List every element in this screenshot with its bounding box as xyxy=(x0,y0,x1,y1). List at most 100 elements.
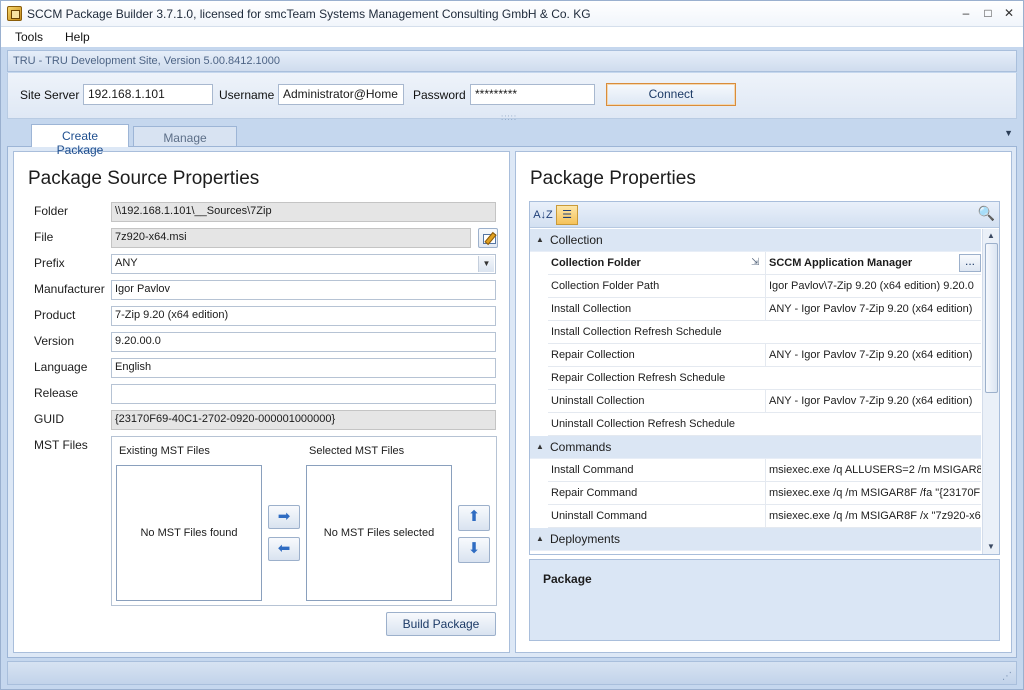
move-down-arrow-icon[interactable]: ⬇ xyxy=(458,537,490,563)
property-name: Install Collection xyxy=(551,303,632,315)
tab-manage-package[interactable]: Manage Package xyxy=(133,126,237,159)
collapse-icon[interactable]: ▲ xyxy=(536,528,544,550)
minimize-button[interactable]: – xyxy=(957,5,975,21)
property-name: Collection Folder xyxy=(551,257,641,269)
remove-mst-arrow-left-icon[interactable]: ⬅ xyxy=(268,537,300,561)
package-source-title: Package Source Properties xyxy=(28,168,260,189)
password-label: Password xyxy=(413,88,466,102)
tab-menu-chevron-icon[interactable]: ▼ xyxy=(1004,128,1013,138)
folder-label: Folder xyxy=(34,204,69,218)
username-input[interactable]: Administrator@Home xyxy=(278,84,404,105)
property-row[interactable]: Repair Command msiexec.exe /q /m MSIGAR8… xyxy=(548,482,981,505)
file-label: File xyxy=(34,230,54,244)
splitter-grip[interactable]: ::::: xyxy=(501,114,521,122)
move-up-arrow-icon[interactable]: ⬆ xyxy=(458,505,490,531)
property-grid-rows: ▲ Collection Collection Folder ⇲ SCCM Ap… xyxy=(530,229,981,554)
property-row[interactable]: Install Collection Refresh Schedule xyxy=(548,321,981,344)
description-title: Package xyxy=(543,572,592,586)
category-label: Collection xyxy=(550,233,603,247)
version-label: Version xyxy=(34,334,75,348)
manufacturer-label: Manufacturer xyxy=(34,282,105,296)
property-grid-scrollbar[interactable]: ▲ ▼ xyxy=(982,229,999,554)
property-name: Uninstall Command xyxy=(551,510,647,522)
category-commands[interactable]: ▲ Commands xyxy=(530,436,981,459)
selected-mst-list[interactable]: No MST Files selected xyxy=(306,465,452,601)
manufacturer-field[interactable]: Igor Pavlov xyxy=(111,280,496,300)
property-name: Repair Command xyxy=(551,487,638,499)
language-field[interactable]: English xyxy=(111,358,496,378)
sort-alphabetical-icon[interactable]: A↓Z xyxy=(532,205,554,225)
scroll-up-icon[interactable]: ▲ xyxy=(983,229,999,243)
property-value: msiexec.exe /q ALLUSERS=2 /m MSIGAR8 xyxy=(765,459,981,481)
category-label: Deployments xyxy=(550,532,621,546)
property-row[interactable]: Install Collection ANY - Igor Pavlov 7-Z… xyxy=(548,298,981,321)
app-window: SCCM Package Builder 3.7.1.0, licensed f… xyxy=(0,0,1024,690)
category-deployments[interactable]: ▲ Deployments xyxy=(530,528,981,551)
username-label: Username xyxy=(219,88,275,102)
collapse-icon[interactable]: ▲ xyxy=(536,436,544,458)
menu-bar: Tools Help xyxy=(1,27,1023,47)
existing-mst-empty: No MST Files found xyxy=(140,527,238,539)
create-package-content: Package Source Properties Folder \\192.1… xyxy=(7,146,1017,658)
release-label: Release xyxy=(34,386,79,400)
package-properties-title: Package Properties xyxy=(530,168,696,189)
connect-button[interactable]: Connect xyxy=(606,83,736,106)
property-name: Repair Collection xyxy=(551,349,635,361)
site-info-text: TRU - TRU Development Site, Version 5.00… xyxy=(13,55,280,67)
menu-tools[interactable]: Tools xyxy=(15,30,43,44)
property-name: Repair Collection Refresh Schedule xyxy=(551,372,726,384)
scroll-thumb[interactable] xyxy=(985,243,998,393)
version-field[interactable]: 9.20.00.0 xyxy=(111,332,496,352)
property-row[interactable]: Install Command msiexec.exe /q ALLUSERS=… xyxy=(548,459,981,482)
title-bar[interactable]: SCCM Package Builder 3.7.1.0, licensed f… xyxy=(1,1,1023,27)
prefix-select[interactable]: ANY ▼ xyxy=(111,254,496,274)
property-row[interactable]: Repair Collection Refresh Schedule xyxy=(548,367,981,390)
folder-field: \\192.168.1.101\__Sources\7Zip xyxy=(111,202,496,222)
prefix-label: Prefix xyxy=(34,256,65,270)
guid-label: GUID xyxy=(34,412,64,426)
search-icon[interactable]: 🔍 xyxy=(978,205,995,222)
mst-files-group: Existing MST Files Selected MST Files No… xyxy=(111,436,497,606)
property-row[interactable]: Uninstall Collection Refresh Schedule xyxy=(548,413,981,436)
password-input[interactable]: ********* xyxy=(470,84,595,105)
tab-strip: Create Package Manage Package ▼ xyxy=(7,121,1017,159)
property-value: Igor Pavlov\7-Zip 9.20 (x64 edition) 9.2… xyxy=(765,275,981,297)
categorized-view-icon[interactable]: ☰ xyxy=(556,205,578,225)
product-field[interactable]: 7-Zip 9.20 (x64 edition) xyxy=(111,306,496,326)
guid-field: {23170F69-40C1-2702-0920-000001000000} xyxy=(111,410,496,430)
menu-help[interactable]: Help xyxy=(65,30,90,44)
ellipsis-button[interactable]: ... xyxy=(959,254,981,272)
property-value: ANY - Igor Pavlov 7-Zip 9.20 (x64 editio… xyxy=(765,298,981,320)
status-bar: ⋰ xyxy=(7,661,1017,685)
property-name: Install Command xyxy=(551,464,634,476)
property-row[interactable]: Collection Folder Path Igor Pavlov\7-Zip… xyxy=(548,275,981,298)
tab-create-package[interactable]: Create Package xyxy=(31,124,129,157)
property-row[interactable]: Uninstall Command msiexec.exe /q /m MSIG… xyxy=(548,505,981,528)
property-row[interactable]: Uninstall Collection ANY - Igor Pavlov 7… xyxy=(548,390,981,413)
release-field[interactable] xyxy=(111,384,496,404)
property-value: msiexec.exe /q /m MSIGAR8F /x "7z920-x6 xyxy=(765,505,981,527)
package-properties-panel: Package Properties A↓Z ☰ 🔍 ▲ Collection … xyxy=(515,151,1012,653)
property-row[interactable]: Collection Folder ⇲ SCCM Application Man… xyxy=(548,252,981,275)
mst-files-label: MST Files xyxy=(34,438,88,452)
property-grid: A↓Z ☰ 🔍 ▲ Collection Collection Folder ⇲… xyxy=(529,201,1000,555)
build-package-button[interactable]: Build Package xyxy=(386,612,496,636)
collapse-icon[interactable]: ▲ xyxy=(536,229,544,251)
reset-property-icon[interactable]: ⇲ xyxy=(751,252,759,274)
category-collection[interactable]: ▲ Collection xyxy=(530,229,981,252)
selected-mst-empty: No MST Files selected xyxy=(323,527,435,539)
add-mst-arrow-right-icon[interactable]: ➡ xyxy=(268,505,300,529)
site-server-input[interactable]: 192.168.1.101 xyxy=(83,84,213,105)
property-row[interactable]: Repair Collection ANY - Igor Pavlov 7-Zi… xyxy=(548,344,981,367)
maximize-button[interactable]: □ xyxy=(979,5,997,21)
chevron-down-icon[interactable]: ▼ xyxy=(478,256,494,272)
resize-grip-icon[interactable]: ⋰ xyxy=(1002,671,1012,682)
product-label: Product xyxy=(34,308,76,322)
edit-file-icon[interactable] xyxy=(478,228,498,248)
scroll-down-icon[interactable]: ▼ xyxy=(983,540,999,554)
property-name: Install Collection Refresh Schedule xyxy=(551,326,722,338)
file-field: 7z920-x64.msi xyxy=(111,228,471,248)
existing-mst-list[interactable]: No MST Files found xyxy=(116,465,262,601)
close-button[interactable]: ✕ xyxy=(1000,5,1018,21)
window-title: SCCM Package Builder 3.7.1.0, licensed f… xyxy=(27,7,591,21)
